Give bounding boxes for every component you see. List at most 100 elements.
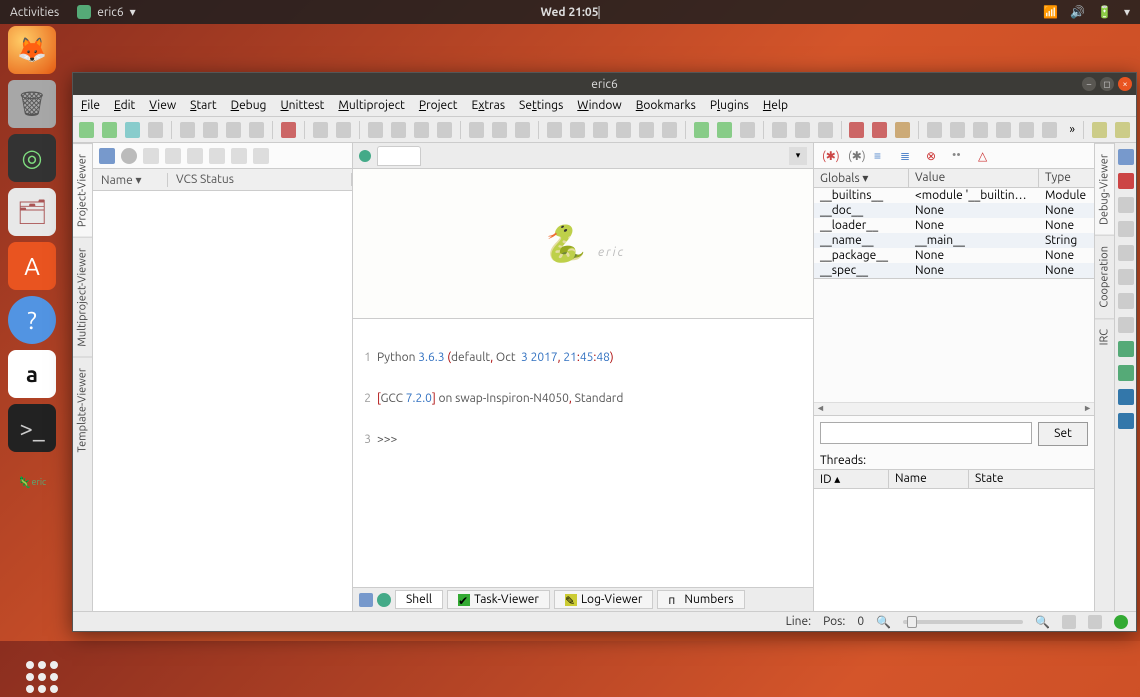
minimize-button[interactable]: –: [1082, 77, 1096, 91]
tb-close-icon[interactable]: [148, 122, 163, 138]
tool11-icon[interactable]: [1118, 413, 1134, 429]
clock[interactable]: Wed 21:05: [541, 6, 600, 19]
tab-template-viewer[interactable]: Template-Viewer: [73, 357, 92, 463]
variable-input[interactable]: [820, 422, 1032, 444]
activities-button[interactable]: Activities: [10, 6, 59, 19]
menu-bookmarks[interactable]: Bookmarks: [636, 99, 696, 112]
tb-script4-icon[interactable]: [662, 122, 677, 138]
volume-icon[interactable]: 🔊: [1070, 5, 1085, 19]
set-button[interactable]: Set: [1038, 422, 1088, 446]
col-type[interactable]: Type: [1039, 169, 1094, 187]
menu-view[interactable]: View: [149, 99, 176, 112]
tb-cut-icon[interactable]: [368, 122, 383, 138]
tab-numbers[interactable]: πNumbers: [657, 590, 744, 609]
col-name[interactable]: Name ▾: [93, 173, 168, 187]
th-col-id[interactable]: ID ▴: [814, 470, 889, 488]
tb-undo-icon[interactable]: [313, 122, 328, 138]
tb-vcs1-icon[interactable]: [772, 122, 787, 138]
tab-project-viewer[interactable]: Project-Viewer: [73, 143, 92, 237]
menu-help[interactable]: Help: [763, 99, 788, 112]
tb-play-icon[interactable]: [1042, 122, 1057, 138]
tab-task-viewer[interactable]: ✔Task-Viewer: [447, 590, 550, 609]
tool9-icon[interactable]: [1118, 365, 1134, 381]
zoom-in-icon[interactable]: 🔍: [1035, 615, 1050, 629]
menu-window[interactable]: Window: [577, 99, 621, 112]
tb-new-icon[interactable]: [79, 122, 94, 138]
tb-savecopies-icon[interactable]: [249, 122, 264, 138]
dock-firefox[interactable]: 🦊: [8, 26, 56, 74]
tb-edit1-icon[interactable]: [1092, 122, 1107, 138]
doc2-icon[interactable]: [165, 148, 181, 164]
tb-stop-icon[interactable]: [281, 122, 296, 138]
tb-redo-icon[interactable]: [336, 122, 351, 138]
zoom-slider[interactable]: [903, 620, 1023, 624]
var-icon[interactable]: (✱): [822, 149, 838, 163]
funnel-icon[interactable]: [1118, 149, 1134, 165]
tb-delete-icon[interactable]: [437, 122, 452, 138]
tool8-icon[interactable]: [1118, 341, 1134, 357]
menu-settings[interactable]: Settings: [519, 99, 563, 112]
tb-vcs3-icon[interactable]: [818, 122, 833, 138]
dock-software[interactable]: A: [8, 242, 56, 290]
tb-bug3-icon[interactable]: [515, 122, 530, 138]
globe-icon[interactable]: [377, 593, 391, 607]
toolbar-overflow-icon[interactable]: »: [1069, 123, 1075, 136]
tb-run1-icon[interactable]: [927, 122, 942, 138]
tb-cancel-icon[interactable]: [570, 122, 585, 138]
tab-shell[interactable]: Shell: [395, 590, 443, 609]
doc5-icon[interactable]: [231, 148, 247, 164]
warn-icon[interactable]: △: [978, 149, 994, 163]
tb-paste-icon[interactable]: [414, 122, 429, 138]
tb-edit2-icon[interactable]: [1115, 122, 1130, 138]
zoom-out-icon[interactable]: 🔍: [876, 615, 891, 629]
tb-copy-icon[interactable]: [391, 122, 406, 138]
tb-saveall-icon[interactable]: [226, 122, 241, 138]
stack-icon[interactable]: ≡: [874, 149, 890, 163]
tb-saveas-icon[interactable]: [203, 122, 218, 138]
h-scrollbar[interactable]: [814, 402, 1094, 416]
globals-rows[interactable]: __builtins__<module '__builtin…Module __…: [814, 188, 1094, 278]
th-col-name[interactable]: Name: [889, 470, 969, 488]
tb-shield1-icon[interactable]: [849, 122, 864, 138]
doc4-icon[interactable]: [209, 148, 225, 164]
tool7-icon[interactable]: [1118, 317, 1134, 333]
tab-irc[interactable]: IRC: [1095, 318, 1114, 355]
window-titlebar[interactable]: eric6 – ◻ ×: [73, 73, 1136, 95]
wifi-icon[interactable]: 📶: [1043, 5, 1058, 19]
doc6-icon[interactable]: [253, 148, 269, 164]
tb-script3-icon[interactable]: [639, 122, 654, 138]
doc-icon[interactable]: [143, 148, 159, 164]
th-col-state[interactable]: State: [969, 470, 1094, 488]
menu-edit[interactable]: Edit: [114, 99, 135, 112]
var2-icon[interactable]: (✱): [848, 149, 864, 163]
tb-vcs2-icon[interactable]: [795, 122, 810, 138]
menu-extras[interactable]: Extras: [471, 99, 505, 112]
threads-body[interactable]: [814, 489, 1094, 612]
status-ic2[interactable]: [1088, 615, 1102, 629]
menu-file[interactable]: File: [81, 99, 100, 112]
tb-run2-icon[interactable]: [950, 122, 965, 138]
stack2-icon[interactable]: ≣: [900, 149, 916, 163]
graph-icon[interactable]: [1118, 245, 1134, 261]
tb-script2-icon[interactable]: [616, 122, 631, 138]
col-vcs-status[interactable]: VCS Status: [168, 173, 352, 186]
tb-script1-icon[interactable]: [593, 122, 608, 138]
status-ic1[interactable]: [1062, 615, 1076, 629]
tb-proj2-icon[interactable]: [717, 122, 732, 138]
tb-run4-icon[interactable]: [996, 122, 1011, 138]
tb-refresh-icon[interactable]: [547, 122, 562, 138]
tool6-icon[interactable]: [1118, 293, 1134, 309]
tb-bug1-icon[interactable]: [469, 122, 484, 138]
project-tree[interactable]: [93, 191, 352, 611]
editor-canvas[interactable]: 🐍 eric: [353, 169, 813, 319]
filter-icon[interactable]: [359, 593, 373, 607]
editor-tab-blank[interactable]: [377, 146, 421, 166]
tb-shield2-icon[interactable]: [872, 122, 887, 138]
script-icon[interactable]: [1118, 221, 1134, 237]
error-icon[interactable]: ⊗: [926, 149, 942, 163]
menu-project[interactable]: Project: [419, 99, 458, 112]
dock-help[interactable]: ?: [8, 296, 56, 344]
bug-icon[interactable]: [1118, 173, 1134, 189]
tool10-icon[interactable]: [1118, 389, 1134, 405]
tb-print-icon[interactable]: [125, 122, 140, 138]
